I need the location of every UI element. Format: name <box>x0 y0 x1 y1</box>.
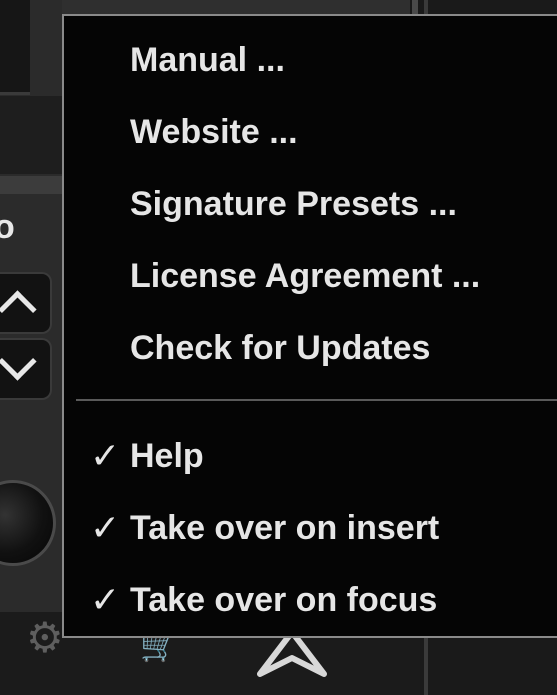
chevron-down-icon <box>0 342 37 381</box>
checkmark-icon: ✓ <box>90 579 121 620</box>
menu-toggle-label: Take over on insert <box>130 509 440 547</box>
menu-toggle-take-over-on-insert[interactable]: ✓ Take over on insert <box>64 492 557 564</box>
plugin-window: o ⚙ 🛒 Manual ... Website ... Signature P… <box>0 0 557 695</box>
partial-label: o <box>0 208 15 246</box>
menu-item-check-for-updates[interactable]: Check for Updates <box>64 312 557 384</box>
menu-item-label: Website ... <box>130 113 298 151</box>
panel-divider <box>0 176 62 194</box>
menu-item-label: Check for Updates <box>130 329 431 367</box>
checkmark-icon: ✓ <box>90 435 121 476</box>
top-display-box <box>0 0 30 95</box>
menu-toggle-take-over-on-focus[interactable]: ✓ Take over on focus <box>64 564 557 636</box>
label-strip: o <box>0 96 62 246</box>
menu-item-license-agreement[interactable]: License Agreement ... <box>64 240 557 312</box>
menu-item-signature-presets[interactable]: Signature Presets ... <box>64 168 557 240</box>
checkmark-icon: ✓ <box>90 507 121 548</box>
menu-item-website[interactable]: Website ... <box>64 96 557 168</box>
increment-button[interactable] <box>0 272 52 334</box>
menu-item-label: Signature Presets ... <box>130 185 457 223</box>
menu-item-label: Manual ... <box>130 41 285 79</box>
menu-item-label: License Agreement ... <box>130 257 481 295</box>
gear-icon[interactable]: ⚙ <box>26 617 66 659</box>
menu-separator <box>76 399 557 401</box>
context-menu: Manual ... Website ... Signature Presets… <box>62 14 557 638</box>
menu-toggle-help[interactable]: ✓ Help <box>64 420 557 492</box>
menu-item-manual[interactable]: Manual ... <box>64 24 557 96</box>
decrement-button[interactable] <box>0 338 52 400</box>
menu-toggle-label: Help <box>130 437 204 475</box>
menu-toggle-label: Take over on focus <box>130 581 438 619</box>
chevron-up-icon <box>0 290 37 329</box>
